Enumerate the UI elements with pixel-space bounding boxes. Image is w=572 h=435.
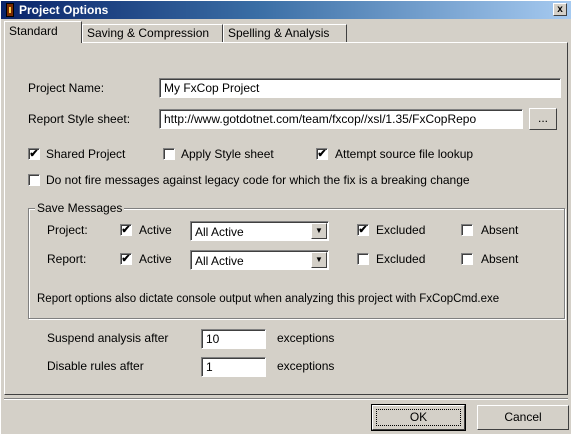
disable-label: Disable rules after	[47, 359, 144, 373]
app-icon	[6, 3, 14, 17]
disable-input[interactable]: 1	[201, 357, 266, 377]
project-absent-label: Absent	[481, 223, 519, 237]
project-excluded-label: Excluded	[376, 223, 426, 237]
ok-button[interactable]: OK	[372, 405, 465, 430]
report-note: Report options also dictate console outp…	[37, 293, 500, 305]
suspend-input[interactable]: 10	[201, 329, 266, 349]
project-row-label: Project:	[47, 223, 88, 237]
project-name-label: Project Name:	[28, 81, 105, 95]
close-button[interactable]: x	[553, 3, 567, 16]
project-absent-checkbox[interactable]	[461, 224, 473, 236]
cancel-button[interactable]: Cancel	[477, 405, 569, 430]
report-active-label: Active	[139, 252, 172, 266]
report-save-select[interactable]: All Active ▼	[190, 250, 329, 270]
stylesheet-label: Report Style sheet:	[28, 112, 131, 126]
attempt-lookup-checkbox[interactable]: ✔	[316, 148, 328, 160]
browse-button[interactable]: ...	[529, 108, 557, 130]
report-row-label: Report:	[47, 252, 87, 266]
chevron-down-icon[interactable]: ▼	[311, 252, 327, 268]
project-name-input[interactable]: My FxCop Project	[159, 78, 561, 98]
title-bar[interactable]: Project Options x	[1, 1, 571, 19]
suspend-suffix: exceptions	[277, 331, 335, 345]
stylesheet-input[interactable]: http://www.gotdotnet.com/team/fxcop//xsl…	[159, 109, 523, 129]
shared-project-label: Shared Project	[46, 147, 126, 161]
report-absent-checkbox[interactable]	[461, 253, 473, 265]
footer-divider	[4, 398, 568, 400]
legacy-label: Do not fire messages against legacy code…	[46, 173, 470, 187]
disable-suffix: exceptions	[277, 359, 335, 373]
legacy-checkbox[interactable]	[28, 174, 40, 186]
tab-spelling-analysis[interactable]: Spelling & Analysis	[223, 24, 347, 42]
apply-stylesheet-checkbox[interactable]	[163, 148, 175, 160]
chevron-down-icon[interactable]: ▼	[311, 223, 327, 239]
report-excluded-checkbox[interactable]	[357, 253, 369, 265]
project-active-checkbox[interactable]: ✔	[120, 224, 132, 236]
shared-project-checkbox[interactable]: ✔	[28, 148, 40, 160]
report-active-checkbox[interactable]: ✔	[120, 253, 132, 265]
attempt-lookup-label: Attempt source file lookup	[335, 147, 474, 161]
window-title: Project Options	[19, 3, 109, 17]
project-save-select-value: All Active	[195, 225, 244, 239]
report-absent-label: Absent	[481, 252, 519, 266]
report-excluded-label: Excluded	[376, 252, 426, 266]
tab-saving-compression[interactable]: Saving & Compression	[82, 24, 223, 42]
project-options-dialog: Project Options x Standard Saving & Comp…	[0, 0, 572, 435]
save-messages-legend: Save Messages	[35, 201, 125, 215]
project-save-select[interactable]: All Active ▼	[190, 221, 329, 241]
project-excluded-checkbox[interactable]: ✔	[357, 224, 369, 236]
project-active-label: Active	[139, 223, 172, 237]
suspend-label: Suspend analysis after	[47, 331, 169, 345]
tab-standard[interactable]: Standard	[4, 21, 82, 43]
apply-stylesheet-label: Apply Style sheet	[181, 147, 274, 161]
report-save-select-value: All Active	[195, 254, 244, 268]
